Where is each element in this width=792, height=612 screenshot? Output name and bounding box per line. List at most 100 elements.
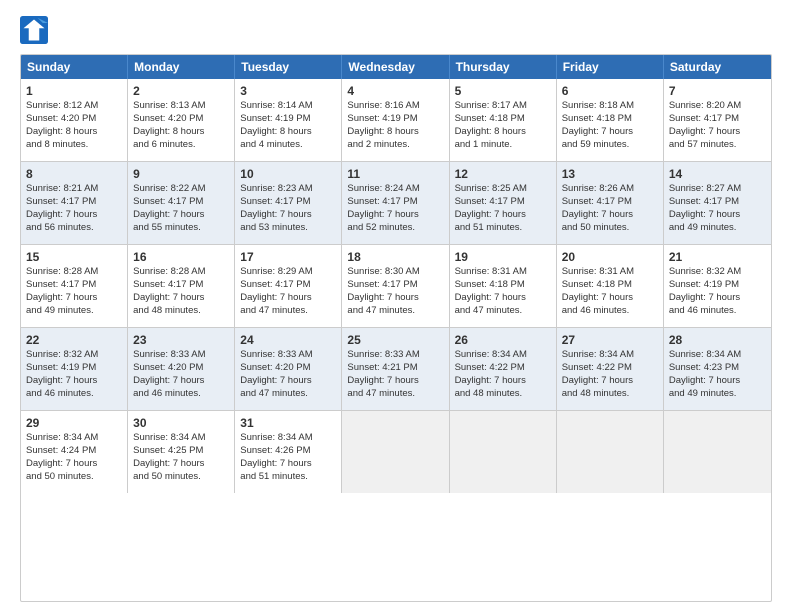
header-day-monday: Monday — [128, 55, 235, 79]
calendar-cell-5-1: 29Sunrise: 8:34 AMSunset: 4:24 PMDayligh… — [21, 411, 128, 493]
calendar-cell-1-1: 1Sunrise: 8:12 AMSunset: 4:20 PMDaylight… — [21, 79, 128, 161]
day-info-line-4: and 53 minutes. — [240, 222, 336, 235]
calendar-cell-5-3: 31Sunrise: 8:34 AMSunset: 4:26 PMDayligh… — [235, 411, 342, 493]
day-info-line-1: Sunrise: 8:20 AM — [669, 100, 766, 113]
day-info-line-4: and 46 minutes. — [562, 305, 658, 318]
day-info-line-4: and 51 minutes. — [455, 222, 551, 235]
day-info-line-1: Sunrise: 8:33 AM — [240, 349, 336, 362]
day-info-line-2: Sunset: 4:25 PM — [133, 445, 229, 458]
day-info-line-2: Sunset: 4:17 PM — [240, 196, 336, 209]
day-info-line-1: Sunrise: 8:31 AM — [455, 266, 551, 279]
day-info-line-3: Daylight: 7 hours — [455, 375, 551, 388]
calendar-row-2: 8Sunrise: 8:21 AMSunset: 4:17 PMDaylight… — [21, 162, 771, 245]
day-info-line-2: Sunset: 4:22 PM — [455, 362, 551, 375]
day-info-line-1: Sunrise: 8:24 AM — [347, 183, 443, 196]
day-info-line-2: Sunset: 4:20 PM — [133, 113, 229, 126]
day-info-line-3: Daylight: 7 hours — [669, 375, 766, 388]
day-info-line-3: Daylight: 7 hours — [26, 458, 122, 471]
day-info-line-2: Sunset: 4:19 PM — [669, 279, 766, 292]
day-info-line-4: and 8 minutes. — [26, 139, 122, 152]
day-info-line-2: Sunset: 4:17 PM — [562, 196, 658, 209]
day-info-line-2: Sunset: 4:19 PM — [240, 113, 336, 126]
day-number: 19 — [455, 249, 551, 265]
page: SundayMondayTuesdayWednesdayThursdayFrid… — [0, 0, 792, 612]
day-info-line-1: Sunrise: 8:33 AM — [347, 349, 443, 362]
day-info-line-2: Sunset: 4:23 PM — [669, 362, 766, 375]
day-number: 30 — [133, 415, 229, 431]
day-number: 8 — [26, 166, 122, 182]
header — [20, 16, 772, 44]
day-number: 2 — [133, 83, 229, 99]
header-day-tuesday: Tuesday — [235, 55, 342, 79]
day-info-line-2: Sunset: 4:18 PM — [562, 113, 658, 126]
calendar-cell-3-4: 18Sunrise: 8:30 AMSunset: 4:17 PMDayligh… — [342, 245, 449, 327]
day-info-line-3: Daylight: 7 hours — [455, 209, 551, 222]
day-info-line-3: Daylight: 7 hours — [347, 375, 443, 388]
day-info-line-3: Daylight: 7 hours — [240, 375, 336, 388]
day-info-line-1: Sunrise: 8:34 AM — [455, 349, 551, 362]
calendar-cell-4-6: 27Sunrise: 8:34 AMSunset: 4:22 PMDayligh… — [557, 328, 664, 410]
day-info-line-1: Sunrise: 8:12 AM — [26, 100, 122, 113]
calendar-cell-2-4: 11Sunrise: 8:24 AMSunset: 4:17 PMDayligh… — [342, 162, 449, 244]
day-info-line-3: Daylight: 7 hours — [669, 126, 766, 139]
calendar-row-3: 15Sunrise: 8:28 AMSunset: 4:17 PMDayligh… — [21, 245, 771, 328]
calendar-cell-1-5: 5Sunrise: 8:17 AMSunset: 4:18 PMDaylight… — [450, 79, 557, 161]
day-info-line-4: and 2 minutes. — [347, 139, 443, 152]
day-info-line-4: and 46 minutes. — [133, 388, 229, 401]
logo — [20, 16, 52, 44]
day-info-line-3: Daylight: 7 hours — [562, 126, 658, 139]
day-info-line-1: Sunrise: 8:34 AM — [133, 432, 229, 445]
day-info-line-1: Sunrise: 8:18 AM — [562, 100, 658, 113]
day-info-line-4: and 47 minutes. — [240, 388, 336, 401]
day-number: 11 — [347, 166, 443, 182]
day-info-line-2: Sunset: 4:17 PM — [455, 196, 551, 209]
day-info-line-1: Sunrise: 8:14 AM — [240, 100, 336, 113]
day-info-line-4: and 1 minute. — [455, 139, 551, 152]
day-info-line-3: Daylight: 7 hours — [669, 209, 766, 222]
day-info-line-1: Sunrise: 8:28 AM — [133, 266, 229, 279]
day-info-line-1: Sunrise: 8:25 AM — [455, 183, 551, 196]
day-number: 20 — [562, 249, 658, 265]
day-info-line-4: and 49 minutes. — [26, 305, 122, 318]
day-info-line-1: Sunrise: 8:26 AM — [562, 183, 658, 196]
day-info-line-2: Sunset: 4:19 PM — [26, 362, 122, 375]
calendar-cell-3-7: 21Sunrise: 8:32 AMSunset: 4:19 PMDayligh… — [664, 245, 771, 327]
day-info-line-4: and 50 minutes. — [133, 471, 229, 484]
day-number: 16 — [133, 249, 229, 265]
day-info-line-4: and 49 minutes. — [669, 388, 766, 401]
day-info-line-1: Sunrise: 8:16 AM — [347, 100, 443, 113]
day-info-line-4: and 47 minutes. — [347, 388, 443, 401]
day-info-line-3: Daylight: 7 hours — [455, 292, 551, 305]
day-info-line-4: and 46 minutes. — [669, 305, 766, 318]
calendar-cell-5-2: 30Sunrise: 8:34 AMSunset: 4:25 PMDayligh… — [128, 411, 235, 493]
calendar-cell-1-3: 3Sunrise: 8:14 AMSunset: 4:19 PMDaylight… — [235, 79, 342, 161]
calendar-cell-5-7 — [664, 411, 771, 493]
day-info-line-2: Sunset: 4:17 PM — [347, 279, 443, 292]
day-number: 3 — [240, 83, 336, 99]
day-info-line-2: Sunset: 4:26 PM — [240, 445, 336, 458]
day-number: 29 — [26, 415, 122, 431]
day-info-line-2: Sunset: 4:18 PM — [562, 279, 658, 292]
day-info-line-4: and 48 minutes. — [455, 388, 551, 401]
calendar-cell-2-6: 13Sunrise: 8:26 AMSunset: 4:17 PMDayligh… — [557, 162, 664, 244]
calendar-cell-4-1: 22Sunrise: 8:32 AMSunset: 4:19 PMDayligh… — [21, 328, 128, 410]
day-info-line-1: Sunrise: 8:34 AM — [562, 349, 658, 362]
day-info-line-2: Sunset: 4:20 PM — [240, 362, 336, 375]
calendar-cell-1-2: 2Sunrise: 8:13 AMSunset: 4:20 PMDaylight… — [128, 79, 235, 161]
day-number: 10 — [240, 166, 336, 182]
day-number: 9 — [133, 166, 229, 182]
header-day-wednesday: Wednesday — [342, 55, 449, 79]
calendar-cell-4-4: 25Sunrise: 8:33 AMSunset: 4:21 PMDayligh… — [342, 328, 449, 410]
day-info-line-1: Sunrise: 8:28 AM — [26, 266, 122, 279]
day-info-line-1: Sunrise: 8:32 AM — [26, 349, 122, 362]
day-info-line-4: and 47 minutes. — [240, 305, 336, 318]
day-info-line-2: Sunset: 4:17 PM — [133, 279, 229, 292]
day-info-line-2: Sunset: 4:17 PM — [26, 279, 122, 292]
day-info-line-4: and 6 minutes. — [133, 139, 229, 152]
day-info-line-3: Daylight: 7 hours — [669, 292, 766, 305]
day-number: 14 — [669, 166, 766, 182]
calendar-cell-5-5 — [450, 411, 557, 493]
calendar-cell-3-1: 15Sunrise: 8:28 AMSunset: 4:17 PMDayligh… — [21, 245, 128, 327]
day-info-line-3: Daylight: 7 hours — [240, 292, 336, 305]
day-info-line-3: Daylight: 8 hours — [240, 126, 336, 139]
